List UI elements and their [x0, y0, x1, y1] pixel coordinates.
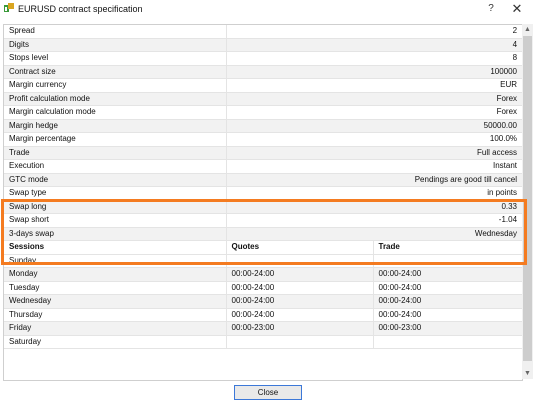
spec-value: Forex — [225, 92, 522, 106]
session-trade — [372, 335, 522, 349]
session-trade: 00:00-24:00 — [372, 294, 522, 309]
spec-row[interactable]: Margin currency EUR — [4, 78, 522, 93]
session-quotes: 00:00-24:00 — [225, 294, 373, 309]
session-trade — [372, 254, 522, 268]
spec-row[interactable]: Margin percentage 100.0% — [4, 132, 522, 147]
spec-label: Margin hedge — [4, 119, 226, 133]
session-quotes — [225, 254, 373, 268]
spec-value: 2 — [225, 25, 522, 39]
spec-label: Swap short — [4, 213, 226, 228]
spec-label: Swap type — [4, 186, 226, 201]
spec-label: Spread — [4, 25, 226, 39]
session-row[interactable]: Sunday — [4, 254, 522, 268]
specification-list[interactable]: Spread 2 Digits 4 Stops level 8 Contract si… — [3, 24, 523, 381]
session-quotes: 00:00-24:00 — [225, 281, 373, 295]
session-row[interactable]: Friday 00:00-23:00 00:00-23:00 — [4, 321, 522, 336]
session-trade: 00:00-24:00 — [372, 308, 522, 322]
spec-row-swap-short[interactable]: Swap short -1.04 — [4, 213, 522, 228]
spec-value: Pendings are good till cancel — [225, 173, 522, 187]
spec-label: Margin currency — [4, 78, 226, 93]
spec-value: Full access — [225, 146, 522, 160]
scroll-up-arrow-icon[interactable]: ▲ — [522, 24, 533, 35]
session-row[interactable]: Tuesday 00:00-24:00 00:00-24:00 — [4, 281, 522, 295]
spec-row[interactable]: Spread 2 — [4, 25, 522, 39]
title-bar: EURUSD contract specification ? ✕ — [0, 0, 535, 19]
spec-value: 8 — [225, 51, 522, 66]
session-row[interactable]: Saturday — [4, 335, 522, 349]
spec-value: in points — [225, 186, 522, 201]
session-quotes — [225, 335, 373, 349]
spec-value: Instant — [225, 159, 522, 174]
session-trade: 00:00-24:00 — [372, 267, 522, 282]
sessions-header: Sessions — [4, 240, 226, 255]
session-day: Saturday — [4, 335, 226, 349]
session-quotes: 00:00-24:00 — [225, 308, 373, 322]
spec-value: EUR — [225, 78, 522, 93]
session-quotes: 00:00-23:00 — [225, 321, 373, 336]
scroll-thumb[interactable] — [523, 36, 532, 361]
spec-row[interactable]: Stops level 8 — [4, 51, 522, 66]
app-icon — [4, 3, 14, 13]
spec-row-swap-long[interactable]: Swap long 0.33 — [4, 200, 522, 214]
specification-table: Spread 2 Digits 4 Stops level 8 Contract si… — [4, 25, 522, 349]
spec-label: GTC mode — [4, 173, 226, 187]
spec-label: Execution — [4, 159, 226, 174]
sessions-header-row: Sessions Quotes Trade — [4, 240, 522, 255]
session-day: Thursday — [4, 308, 226, 322]
quotes-header: Quotes — [225, 240, 373, 255]
spec-row[interactable]: Margin hedge 50000.00 — [4, 119, 522, 133]
spec-row[interactable]: Contract size 100000 — [4, 65, 522, 79]
session-quotes: 00:00-24:00 — [225, 267, 373, 282]
close-button[interactable]: Close — [234, 385, 302, 400]
spec-row[interactable]: Execution Instant — [4, 159, 522, 174]
close-icon[interactable]: ✕ — [509, 1, 525, 17]
spec-label: Contract size — [4, 65, 226, 79]
spec-label: Profit calculation mode — [4, 92, 226, 106]
spec-label: 3-days swap — [4, 227, 226, 241]
trade-header: Trade — [372, 240, 522, 255]
spec-label: Stops level — [4, 51, 226, 66]
spec-label: Margin calculation mode — [4, 105, 226, 120]
spec-value: 100000 — [225, 65, 522, 79]
spec-row[interactable]: Margin calculation mode Forex — [4, 105, 522, 120]
scroll-down-arrow-icon[interactable]: ▼ — [522, 368, 533, 379]
spec-row[interactable]: GTC mode Pendings are good till cancel — [4, 173, 522, 187]
spec-row[interactable]: Profit calculation mode Forex — [4, 92, 522, 106]
session-day: Monday — [4, 267, 226, 282]
spec-value: Wednesday — [225, 227, 522, 241]
session-day: Tuesday — [4, 281, 226, 295]
spec-label: Swap long — [4, 200, 226, 214]
session-day: Wednesday — [4, 294, 226, 309]
spec-value: 0.33 — [225, 200, 522, 214]
spec-label: Margin percentage — [4, 132, 226, 147]
spec-label: Trade — [4, 146, 226, 160]
session-day: Sunday — [4, 254, 226, 268]
spec-row[interactable]: Trade Full access — [4, 146, 522, 160]
window-title: EURUSD contract specification — [18, 4, 143, 14]
vertical-scrollbar[interactable]: ▲ ▼ — [522, 24, 533, 379]
session-trade: 00:00-23:00 — [372, 321, 522, 336]
spec-value: Forex — [225, 105, 522, 120]
session-row[interactable]: Thursday 00:00-24:00 00:00-24:00 — [4, 308, 522, 322]
spec-value: 50000.00 — [225, 119, 522, 133]
spec-row-swap-type[interactable]: Swap type in points — [4, 186, 522, 201]
session-row[interactable]: Monday 00:00-24:00 00:00-24:00 — [4, 267, 522, 282]
spec-value: 4 — [225, 38, 522, 52]
session-day: Friday — [4, 321, 226, 336]
spec-value: 100.0% — [225, 132, 522, 147]
spec-label: Digits — [4, 38, 226, 52]
session-row[interactable]: Wednesday 00:00-24:00 00:00-24:00 — [4, 294, 522, 309]
spec-row[interactable]: Digits 4 — [4, 38, 522, 52]
help-button[interactable]: ? — [484, 2, 498, 16]
spec-row-3-days-swap[interactable]: 3-days swap Wednesday — [4, 227, 522, 241]
session-trade: 00:00-24:00 — [372, 281, 522, 295]
spec-value: -1.04 — [225, 213, 522, 228]
